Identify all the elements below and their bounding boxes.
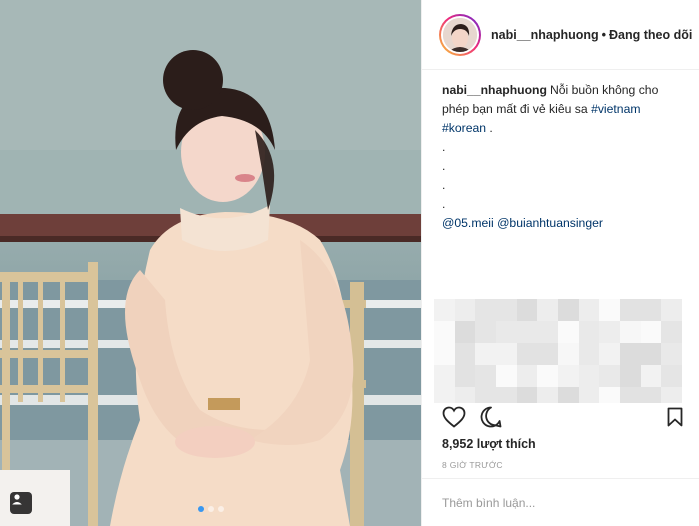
caption-dots: . . . . bbox=[442, 138, 683, 214]
header-separator: • bbox=[601, 27, 607, 42]
mosaic-cell bbox=[434, 387, 455, 403]
mosaic-cell bbox=[578, 299, 600, 321]
mosaic-cell bbox=[599, 365, 620, 387]
mosaic-cell bbox=[454, 365, 476, 387]
pixelated-comments bbox=[434, 299, 682, 403]
mosaic-cell bbox=[578, 321, 600, 343]
mosaic-cell bbox=[619, 365, 641, 387]
mosaic-cell bbox=[475, 387, 496, 403]
mosaic-cell bbox=[516, 387, 538, 403]
mosaic-cell bbox=[454, 321, 476, 343]
mosaic-cell bbox=[454, 387, 476, 403]
avatar[interactable] bbox=[443, 17, 477, 52]
post-header: nabi__nhaphuong • Đang theo dõi bbox=[422, 0, 699, 70]
mosaic-cell bbox=[619, 343, 641, 365]
mosaic-cell bbox=[516, 299, 538, 321]
mosaic-cell bbox=[557, 365, 579, 387]
mosaic-cell bbox=[578, 387, 600, 403]
mosaic-cell bbox=[475, 299, 496, 321]
mosaic-cell bbox=[599, 387, 620, 403]
post-side-panel: nabi__nhaphuong • Đang theo dõi nabi__nhap… bbox=[421, 0, 699, 526]
speech-bubble-icon[interactable] bbox=[480, 406, 502, 433]
like-count[interactable]: 8,952 lượt thích bbox=[442, 437, 536, 451]
mosaic-cell bbox=[640, 299, 662, 321]
mosaic-cell bbox=[537, 387, 558, 403]
caption-mentions: @05.meii @buianhtuansinger bbox=[442, 214, 683, 233]
mosaic-cell bbox=[599, 299, 620, 321]
bookmark-icon[interactable] bbox=[667, 407, 683, 432]
mosaic-cell bbox=[495, 343, 517, 365]
mosaic-cell bbox=[661, 365, 682, 387]
mosaic-cell bbox=[537, 299, 558, 321]
mosaic-cell bbox=[640, 343, 662, 365]
mosaic-cell bbox=[661, 343, 682, 365]
caption-text-block: nabi__nhaphuong Nỗi buồn không cho phép b… bbox=[442, 81, 683, 138]
mosaic-cell bbox=[495, 365, 517, 387]
mosaic-cell bbox=[516, 343, 538, 365]
story-ring[interactable] bbox=[439, 13, 481, 56]
header-username[interactable]: nabi__nhaphuong bbox=[491, 28, 599, 42]
mosaic-cell bbox=[578, 343, 600, 365]
mosaic-cell bbox=[619, 321, 641, 343]
mosaic-cell bbox=[578, 365, 600, 387]
comment-input[interactable] bbox=[442, 495, 679, 510]
person-tag-icon[interactable] bbox=[10, 492, 32, 514]
mosaic-cell bbox=[516, 365, 538, 387]
comment-form bbox=[422, 478, 699, 526]
caption-dot: . bbox=[442, 159, 446, 173]
mosaic-cell bbox=[454, 343, 476, 365]
photo-illustration bbox=[0, 0, 421, 526]
mosaic-cell bbox=[495, 387, 517, 403]
caption-username[interactable]: nabi__nhaphuong bbox=[442, 83, 547, 97]
mosaic-cell bbox=[434, 365, 455, 387]
caption-dot: . bbox=[442, 140, 446, 154]
mosaic-cell bbox=[557, 343, 579, 365]
hashtag-link[interactable]: #vietnam bbox=[591, 102, 640, 116]
mosaic-cell bbox=[661, 387, 682, 403]
carousel-dot-active[interactable] bbox=[197, 506, 204, 512]
mosaic-cell bbox=[640, 387, 662, 403]
mosaic-cell bbox=[661, 299, 682, 321]
carousel-dot[interactable] bbox=[207, 506, 214, 512]
header-text: nabi__nhaphuong • Đang theo dõi bbox=[491, 28, 692, 42]
mosaic-cell bbox=[557, 299, 579, 321]
mosaic-cell bbox=[475, 321, 496, 343]
post-photo[interactable] bbox=[0, 0, 421, 526]
post-caption: nabi__nhaphuong Nỗi buồn không cho phép b… bbox=[422, 70, 699, 403]
mosaic-cell bbox=[495, 299, 517, 321]
mosaic-cell bbox=[454, 299, 476, 321]
mosaic-cell bbox=[640, 365, 662, 387]
post-timestamp[interactable]: 8 GIỜ TRƯỚC bbox=[442, 460, 503, 470]
mosaic-cell bbox=[537, 343, 558, 365]
mosaic-cell bbox=[619, 299, 641, 321]
mosaic-cell bbox=[434, 343, 455, 365]
mosaic-cell bbox=[475, 365, 496, 387]
mention-link[interactable]: @05.meii bbox=[442, 216, 494, 230]
mosaic-cell bbox=[516, 321, 538, 343]
heart-outline-icon[interactable] bbox=[442, 406, 466, 433]
mosaic-cell bbox=[661, 321, 682, 343]
mention-link[interactable]: @buianhtuansinger bbox=[497, 216, 603, 230]
caption-trailing: . bbox=[486, 121, 493, 135]
mosaic-cell bbox=[495, 321, 517, 343]
carousel-indicator[interactable] bbox=[0, 506, 421, 512]
mosaic-cell bbox=[537, 365, 558, 387]
mosaic-cell bbox=[599, 321, 620, 343]
mosaic-cell bbox=[537, 321, 558, 343]
mosaic-cell bbox=[557, 387, 579, 403]
hashtag-link[interactable]: #korean bbox=[442, 121, 486, 135]
mosaic-cell bbox=[434, 321, 455, 343]
carousel-dot[interactable] bbox=[217, 506, 224, 512]
mosaic-cell bbox=[557, 321, 579, 343]
follow-status-button[interactable]: Đang theo dõi bbox=[609, 28, 692, 42]
mosaic-cell bbox=[619, 387, 641, 403]
mosaic-cell bbox=[599, 343, 620, 365]
mosaic-cell bbox=[640, 321, 662, 343]
mosaic-cell bbox=[434, 299, 455, 321]
action-bar bbox=[422, 404, 699, 434]
caption-dot: . bbox=[442, 178, 446, 192]
caption-dot: . bbox=[442, 197, 446, 211]
mosaic-cell bbox=[475, 343, 496, 365]
